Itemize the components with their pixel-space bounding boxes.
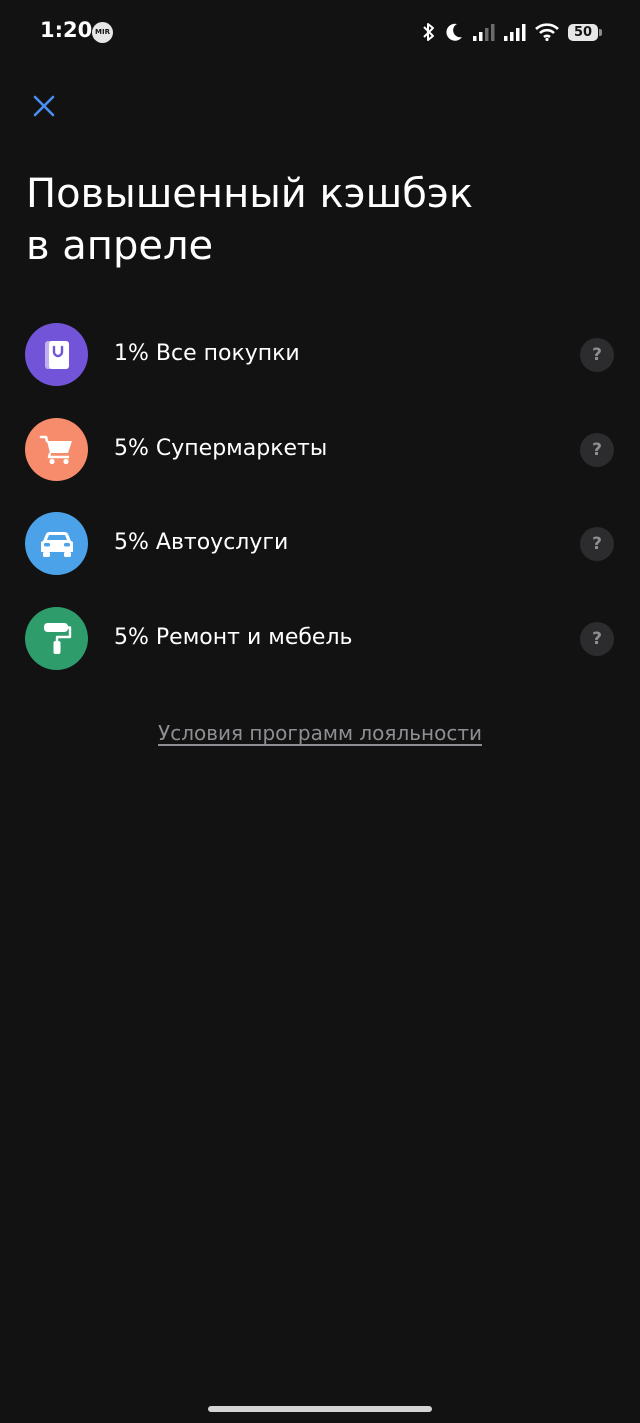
status-bar: 1:20 MIR 50 <box>0 0 640 64</box>
close-icon <box>32 94 56 122</box>
status-icons: 50 <box>414 20 602 44</box>
battery-icon: 50 <box>568 23 602 41</box>
moon-icon <box>444 22 464 42</box>
battery-level: 50 <box>568 23 602 41</box>
wifi-icon <box>535 23 559 41</box>
shopping-bag-icon <box>25 323 88 386</box>
paint-roller-icon <box>25 606 88 670</box>
help-button[interactable]: ? <box>580 527 614 561</box>
loyalty-terms-link[interactable]: Условия программ лояльности <box>158 721 482 745</box>
signal-icon <box>473 23 495 41</box>
cashback-item-label: 5% Автоуслуги <box>114 530 289 555</box>
bluetooth-icon <box>423 22 435 42</box>
shopping-cart-icon <box>25 417 88 481</box>
help-button[interactable]: ? <box>580 432 614 467</box>
cashback-item-supermarkets[interactable]: 5% Супермаркеты ? <box>0 403 640 498</box>
cashback-item-auto-services[interactable]: 5% Автоуслуги ? <box>0 497 640 592</box>
signal-icon <box>504 23 526 41</box>
page-title-line: в апреле <box>26 223 214 269</box>
cashback-item-repair-furniture[interactable]: 5% Ремонт и мебель ? <box>0 592 640 687</box>
page-title-line: Повышенный кэшбэк <box>26 171 474 217</box>
page-title: Повышенный кэшбэк в апреле <box>26 168 606 272</box>
loyalty-terms-link-container: Условия программ лояльности <box>0 718 640 748</box>
cashback-item-label: 5% Ремонт и мебель <box>114 624 353 650</box>
mir-badge: MIR <box>92 22 113 43</box>
car-icon <box>25 512 88 575</box>
help-button[interactable]: ? <box>580 338 614 372</box>
cashback-item-all-purchases[interactable]: 1% Все покупки ? <box>0 308 640 403</box>
help-button[interactable]: ? <box>580 621 614 656</box>
cashback-item-label: 1% Все покупки <box>114 341 300 366</box>
close-button[interactable] <box>28 92 60 124</box>
cashback-item-label: 5% Супермаркеты <box>114 435 328 461</box>
home-indicator[interactable] <box>208 1406 432 1412</box>
status-time: 1:20 <box>40 18 93 42</box>
cashback-category-list: 1% Все покупки ? 5% Супермаркеты ? 5% Ав… <box>0 308 640 686</box>
